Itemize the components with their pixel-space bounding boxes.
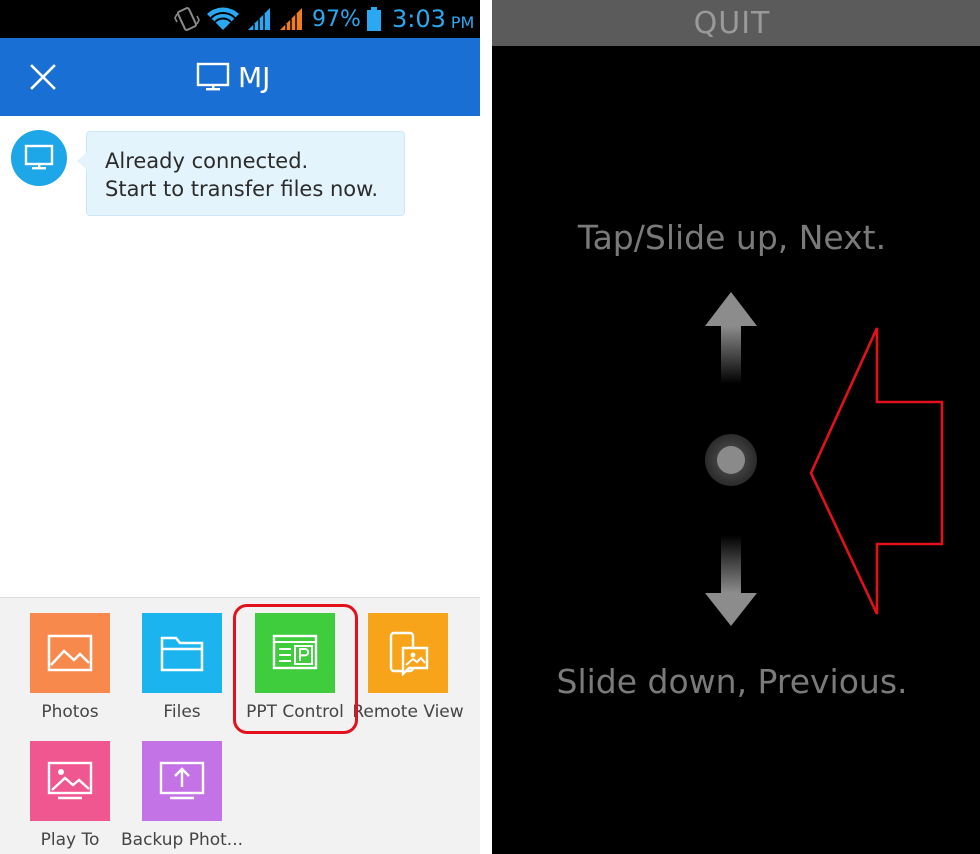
backup-icon <box>159 761 205 800</box>
vibrate-icon <box>174 0 200 38</box>
device-title: MJ <box>238 60 271 94</box>
tools-tray: Photos Files PPT Control Remote View Pla… <box>0 597 480 854</box>
message-line: Already connected. <box>105 149 309 173</box>
message-line: Start to transfer files now. <box>105 177 379 201</box>
tool-photos[interactable]: Photos <box>10 598 130 722</box>
app-bar: MJ <box>0 38 480 116</box>
previous-hint: Slide down, Previous. <box>556 662 908 701</box>
battery-percent: 97% <box>312 6 361 32</box>
clock-time: 3:03 <box>392 5 446 33</box>
down-arrow-icon[interactable] <box>705 535 757 626</box>
monitor-icon <box>196 62 230 91</box>
close-button[interactable] <box>22 56 64 98</box>
transfer-screen: 97% 3:03 PM MJ Already connected. Start … <box>0 0 480 854</box>
ppt-control-screen: QUIT Tap/Slide up, Next. Slide down, Pre… <box>492 0 980 854</box>
signal-icon <box>246 0 272 38</box>
slider-knob[interactable] <box>705 434 757 486</box>
clock-suffix: PM <box>450 12 475 32</box>
folder-icon <box>160 636 204 672</box>
divider <box>480 0 492 854</box>
slide-control <box>705 292 944 626</box>
ppt-icon <box>272 634 318 670</box>
status-bar: 97% 3:03 PM <box>0 0 480 38</box>
play-to-icon <box>47 761 93 800</box>
monitor-icon <box>24 144 54 170</box>
avatar <box>11 130 67 186</box>
tool-label: Remote View <box>352 702 464 722</box>
tool-backup-photos[interactable]: Backup Phot... <box>121 726 243 850</box>
connection-message: Already connected. Start to transfer fil… <box>77 131 405 216</box>
battery-icon <box>366 0 382 38</box>
tool-remote-view[interactable]: Remote View <box>348 598 468 722</box>
tool-label: Backup Phot... <box>120 830 244 850</box>
up-arrow-icon[interactable] <box>705 292 757 384</box>
photo-icon <box>47 634 93 672</box>
tool-play-to[interactable]: Play To <box>10 726 130 850</box>
tool-ppt-control[interactable]: PPT Control <box>235 598 355 722</box>
arrow-annotation <box>809 327 944 615</box>
close-icon <box>30 64 56 90</box>
wifi-icon <box>206 0 240 38</box>
signal-icon <box>278 0 304 38</box>
tool-files[interactable]: Files <box>122 598 242 722</box>
remote-view-icon <box>389 631 429 676</box>
